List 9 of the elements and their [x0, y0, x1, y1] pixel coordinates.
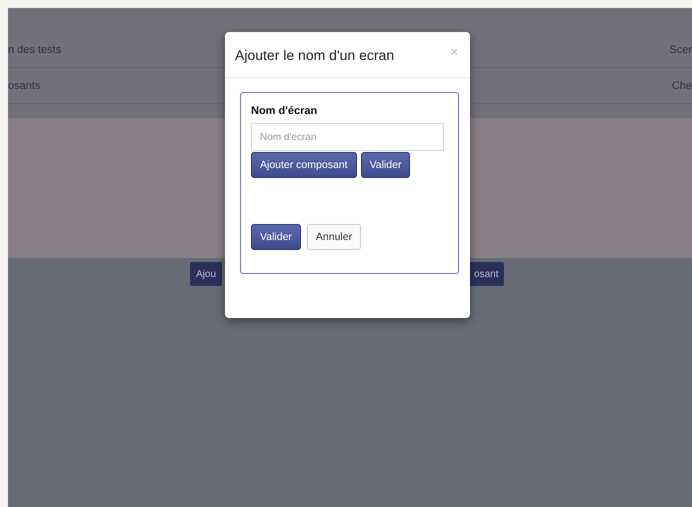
modal-title: Ajouter le nom d'un ecran	[235, 46, 394, 62]
primary-button[interactable]: Valider	[251, 224, 301, 250]
primary-button[interactable]: Ajouter composant	[251, 152, 357, 178]
primary-button[interactable]: Valider	[360, 152, 410, 178]
background-button[interactable]: osant	[468, 262, 504, 286]
input-field[interactable]: Nom d'ecran	[251, 123, 444, 151]
field-label: Nom d'écran	[251, 105, 318, 117]
background-button[interactable]: Ajou	[190, 262, 222, 286]
cancel-button[interactable]: Annuler	[306, 224, 362, 250]
